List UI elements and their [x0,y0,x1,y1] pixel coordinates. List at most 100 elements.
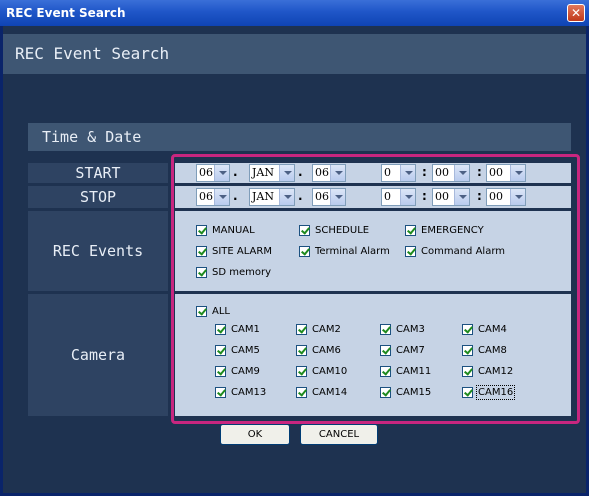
colon-separator: : [422,165,427,179]
chevron-down-icon[interactable] [214,189,229,205]
chevron-down-icon[interactable] [454,189,469,205]
close-icon[interactable]: ✕ [567,4,585,22]
checkbox-cam5[interactable]: CAM5 [215,345,260,356]
checkbox-emergency[interactable]: EMERGENCY [405,225,484,236]
checkbox-box[interactable] [196,267,207,278]
stop-hour-select[interactable]: 0 [381,188,416,206]
checkbox-box[interactable] [196,225,207,236]
checkbox-cam6[interactable]: CAM6 [296,345,341,356]
checkbox-box[interactable] [299,225,310,236]
stop-year-select[interactable]: 06 [312,188,346,206]
stop-day-select[interactable]: 06 [196,188,230,206]
checkbox-terminal-alarm[interactable]: Terminal Alarm [299,246,390,257]
checkbox-cam1[interactable]: CAM1 [215,324,260,335]
chevron-down-icon[interactable] [330,165,345,181]
checkbox-box[interactable] [215,366,226,377]
checkbox-box[interactable] [215,387,226,398]
checkbox-box[interactable] [196,306,207,317]
dot-separator: . [233,189,238,203]
checkbox-box[interactable] [405,246,416,257]
checkbox-label: SITE ALARM [212,246,272,257]
checkbox-cam16[interactable]: CAM16 [462,385,516,400]
checkbox-box[interactable] [215,324,226,335]
checkbox-cam2[interactable]: CAM2 [296,324,341,335]
checkbox-cam14[interactable]: CAM14 [296,387,347,398]
chevron-down-icon[interactable] [510,189,525,205]
chevron-down-icon[interactable] [330,189,345,205]
section-title-time-date: Time & Date [28,123,571,151]
checkbox-box[interactable] [462,387,473,398]
checkbox-label: MANUAL [212,225,255,236]
start-year-select[interactable]: 06 [312,164,346,182]
checkbox-cam13[interactable]: CAM13 [215,387,266,398]
stop-minute-select[interactable]: 00 [432,188,470,206]
checkbox-cam7[interactable]: CAM7 [380,345,425,356]
checkbox-cam12[interactable]: CAM12 [462,366,513,377]
checkbox-cam15[interactable]: CAM15 [380,387,431,398]
checkbox-box[interactable] [215,345,226,356]
checkbox-box[interactable] [380,345,391,356]
colon-separator: : [477,189,482,203]
dot-separator: . [233,165,238,179]
chevron-down-icon[interactable] [510,165,525,181]
checkbox-cam8[interactable]: CAM8 [462,345,507,356]
checkbox-box[interactable] [296,366,307,377]
start-day-select[interactable]: 06 [196,164,230,182]
stop-second-select[interactable]: 00 [486,188,526,206]
checkbox-cam9[interactable]: CAM9 [215,366,260,377]
select-value: 06 [199,190,213,203]
checkbox-label: CAM7 [396,345,425,356]
checkbox-box[interactable] [296,387,307,398]
chevron-down-icon[interactable] [279,165,294,181]
cancel-button[interactable]: CANCEL [300,424,378,445]
select-value: 06 [199,166,213,179]
select-value: 00 [435,166,449,179]
chevron-down-icon[interactable] [400,189,415,205]
checkbox-label: CAM10 [312,366,348,377]
ok-button[interactable]: OK [220,424,290,445]
checkbox-box[interactable] [196,246,207,257]
checkbox-manual[interactable]: MANUAL [196,225,255,236]
checkbox-site-alarm[interactable]: SITE ALARM [196,246,272,257]
select-value: JAN [252,190,274,203]
checkbox-command-alarm[interactable]: Command Alarm [405,246,505,257]
page-title: REC Event Search [3,34,586,74]
start-minute-select[interactable]: 00 [432,164,470,182]
checkbox-box[interactable] [462,324,473,335]
select-value: 00 [435,190,449,203]
chevron-down-icon[interactable] [400,165,415,181]
stop-month-select[interactable]: JAN [249,188,295,206]
checkbox-box[interactable] [296,345,307,356]
checkbox-camera-all[interactable]: ALL [196,306,230,317]
checkbox-label: CAM11 [396,366,432,377]
checkbox-cam11[interactable]: CAM11 [380,366,431,377]
chevron-down-icon[interactable] [214,165,229,181]
checkbox-box[interactable] [299,246,310,257]
checkbox-label: Command Alarm [421,246,505,257]
chevron-down-icon[interactable] [279,189,294,205]
checkbox-label: CAM1 [231,324,260,335]
checkbox-label: CAM12 [478,366,514,377]
checkbox-box[interactable] [296,324,307,335]
checkbox-label: ALL [212,306,230,317]
checkbox-box[interactable] [380,324,391,335]
checkbox-sd-memory[interactable]: SD memory [196,267,271,278]
checkbox-cam3[interactable]: CAM3 [380,324,425,335]
checkbox-box[interactable] [462,345,473,356]
start-second-select[interactable]: 00 [486,164,526,182]
title-bar[interactable]: REC Event Search ✕ [0,0,589,26]
colon-separator: : [477,165,482,179]
checkbox-schedule[interactable]: SCHEDULE [299,225,369,236]
checkbox-box[interactable] [380,387,391,398]
start-hour-select[interactable]: 0 [381,164,416,182]
checkbox-label: CAM6 [312,345,341,356]
checkbox-box[interactable] [380,366,391,377]
select-value: 00 [489,190,503,203]
chevron-down-icon[interactable] [454,165,469,181]
start-month-select[interactable]: JAN [249,164,295,182]
checkbox-cam10[interactable]: CAM10 [296,366,347,377]
checkbox-cam4[interactable]: CAM4 [462,324,507,335]
checkbox-box[interactable] [405,225,416,236]
checkbox-label: CAM8 [478,345,507,356]
checkbox-box[interactable] [462,366,473,377]
